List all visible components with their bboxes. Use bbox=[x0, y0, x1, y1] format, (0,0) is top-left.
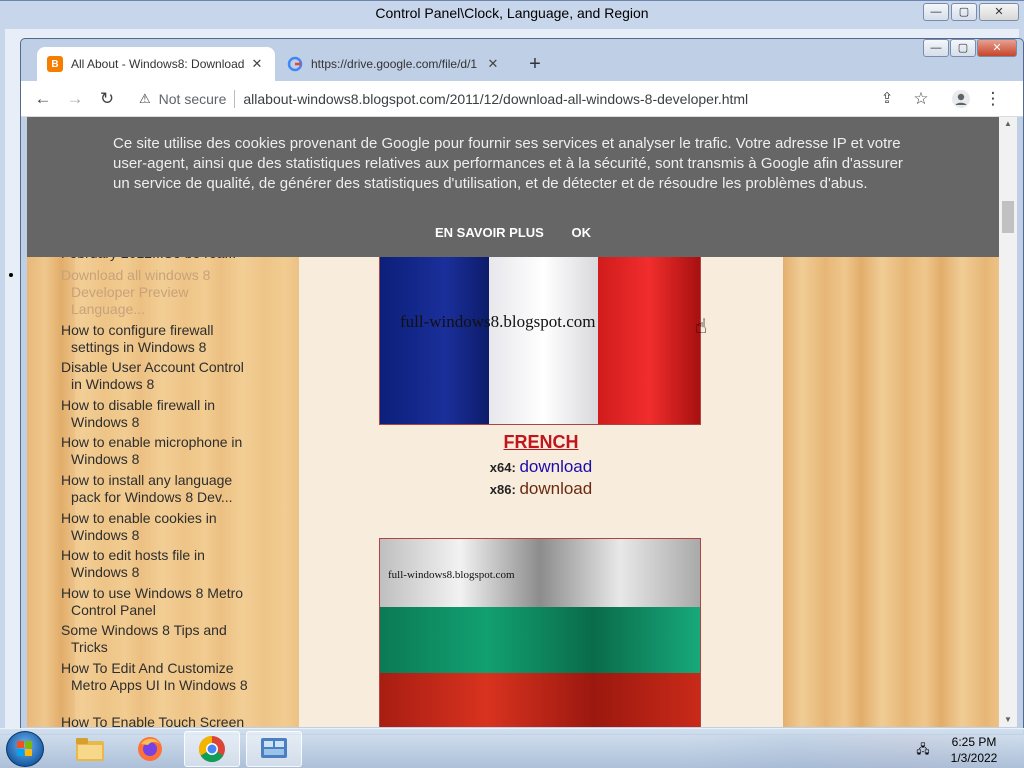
sidebar-link[interactable]: How to disable firewall in Windows 8 bbox=[61, 397, 251, 431]
network-icon[interactable]: 🖧 bbox=[910, 729, 936, 768]
sidebar-link[interactable]: How to use Windows 8 Metro Control Panel bbox=[61, 585, 251, 619]
control-panel-title: Control Panel\Clock, Language, and Regio… bbox=[375, 5, 649, 21]
taskbar-control-panel-button[interactable] bbox=[246, 731, 302, 767]
cookie-message: Ce site utilise des cookies provenant de… bbox=[113, 135, 903, 192]
profile-icon[interactable] bbox=[947, 85, 975, 113]
clock-time: 6:25 PM bbox=[951, 735, 997, 749]
forward-arrow-icon[interactable]: → bbox=[61, 85, 89, 113]
taskbar: 🖧 6:25 PM 1/3/2022 bbox=[0, 728, 1024, 768]
bulgarian-flag-image: full-windows8.blogspot.com bbox=[379, 538, 701, 727]
taskbar-firefox-button[interactable] bbox=[122, 731, 178, 767]
cookie-consent-banner: Ce site utilise des cookies provenant de… bbox=[27, 117, 999, 257]
sidebar-link[interactable]: How To Enable Touch Screen bbox=[61, 714, 251, 727]
hand-cursor-icon: ☝ bbox=[695, 316, 708, 338]
download-x86-link[interactable]: download bbox=[519, 479, 592, 498]
ok-button[interactable]: OK bbox=[571, 225, 591, 240]
vertical-scrollbar[interactable]: ▲ ▼ bbox=[999, 117, 1017, 727]
menu-kebab-icon[interactable]: ⋮ bbox=[979, 85, 1007, 113]
security-label[interactable]: Not secure bbox=[159, 91, 227, 107]
language-heading[interactable]: FRENCH bbox=[299, 432, 783, 453]
taskbar-chrome-button[interactable] bbox=[184, 731, 240, 767]
sidebar-link[interactable]: Download all windows 8 Developer Preview… bbox=[61, 267, 251, 318]
minimize-button[interactable]: — bbox=[923, 39, 949, 57]
reload-icon[interactable]: ↻ bbox=[93, 85, 121, 113]
warning-icon[interactable]: ⚠ bbox=[139, 91, 151, 107]
sidebar-link[interactable]: Disable User Account Control in Windows … bbox=[61, 359, 251, 393]
scroll-up-arrow-icon[interactable]: ▲ bbox=[999, 117, 1017, 131]
chrome-icon bbox=[198, 735, 225, 763]
maximize-button[interactable]: ▢ bbox=[950, 39, 976, 57]
sidebar-link[interactable]: How to edit hosts file in Windows 8 bbox=[61, 547, 251, 581]
tab-label: https://drive.google.com/file/d/1 bbox=[311, 57, 478, 71]
learn-more-button[interactable]: EN SAVOIR PLUS bbox=[435, 225, 544, 240]
download-row-x64: x64: download bbox=[489, 457, 593, 476]
image-watermark: full-windows8.blogspot.com bbox=[400, 312, 596, 331]
cookie-buttons: EN SAVOIR PLUS OK bbox=[27, 225, 999, 240]
close-tab-icon[interactable]: ✕ bbox=[485, 56, 501, 72]
control-panel-icon bbox=[261, 738, 287, 758]
bullet-dot bbox=[9, 273, 13, 277]
maximize-button[interactable]: ▢ bbox=[951, 3, 977, 21]
scroll-down-arrow-icon[interactable]: ▼ bbox=[999, 713, 1017, 727]
new-tab-button[interactable]: + bbox=[523, 53, 547, 77]
clock-date: 1/3/2022 bbox=[950, 751, 998, 765]
close-tab-icon[interactable]: ✕ bbox=[249, 56, 265, 72]
back-arrow-icon[interactable]: ← bbox=[29, 85, 57, 113]
divider bbox=[234, 90, 236, 108]
tab-strip: B All About - Windows8: Download ✕ https… bbox=[21, 39, 1023, 81]
tab-label: All About - Windows8: Download bbox=[71, 57, 245, 71]
google-icon bbox=[287, 56, 303, 72]
download-row-x86: x86: download bbox=[489, 479, 593, 498]
flag-stripe-green bbox=[380, 607, 700, 673]
blogger-icon: B bbox=[47, 56, 63, 72]
bookmark-star-icon[interactable]: ☆ bbox=[907, 85, 935, 113]
sidebar-link[interactable]: How To Edit And Customize Metro Apps UI … bbox=[61, 660, 251, 694]
arch-label: x86 bbox=[489, 482, 512, 497]
download-x64-link[interactable]: download bbox=[519, 457, 592, 476]
browser-toolbar: ← → ↻ ⚠ Not secure allabout-windows8.blo… bbox=[21, 81, 1023, 117]
address-bar[interactable]: ⚠ Not secure allabout-windows8.blogspot.… bbox=[133, 84, 993, 114]
browser-caption-buttons: — ▢ ✕ bbox=[923, 39, 1017, 57]
firefox-icon bbox=[138, 737, 162, 761]
sidebar-link[interactable]: How to enable microphone in Windows 8 bbox=[61, 434, 251, 468]
taskbar-explorer-button[interactable] bbox=[62, 731, 118, 767]
sidebar-link[interactable]: How to enable cookies in Windows 8 bbox=[61, 510, 251, 544]
sidebar-link[interactable]: Some Windows 8 Tips and Tricks bbox=[61, 622, 251, 656]
image-watermark: full-windows8.blogspot.com bbox=[388, 569, 515, 581]
url-text[interactable]: allabout-windows8.blogspot.com/2011/12/d… bbox=[243, 91, 748, 107]
clock[interactable]: 6:25 PM 1/3/2022 bbox=[938, 729, 1010, 768]
share-icon[interactable]: ⇪ bbox=[873, 85, 901, 113]
web-page: February 2012...So be rea... Download al… bbox=[27, 117, 999, 727]
browser-window: B All About - Windows8: Download ✕ https… bbox=[20, 38, 1024, 735]
flag-stripe-red bbox=[380, 673, 700, 727]
minimize-button[interactable]: — bbox=[923, 3, 949, 21]
tab-allabout[interactable]: B All About - Windows8: Download ✕ bbox=[37, 47, 275, 81]
scrollbar-thumb[interactable] bbox=[1002, 201, 1014, 233]
sidebar-link[interactable]: How to install any language pack for Win… bbox=[61, 472, 251, 506]
arch-label: x64 bbox=[489, 460, 512, 475]
close-button[interactable]: ✕ bbox=[977, 39, 1017, 57]
control-panel-caption-buttons: — ▢ ✕ bbox=[923, 3, 1019, 21]
start-button[interactable] bbox=[6, 731, 44, 767]
close-button[interactable]: ✕ bbox=[979, 3, 1019, 21]
tab-google-drive[interactable]: https://drive.google.com/file/d/1 ✕ bbox=[277, 47, 511, 81]
explorer-icon bbox=[76, 738, 104, 761]
sidebar-link[interactable]: How to configure firewall settings in Wi… bbox=[61, 322, 251, 356]
